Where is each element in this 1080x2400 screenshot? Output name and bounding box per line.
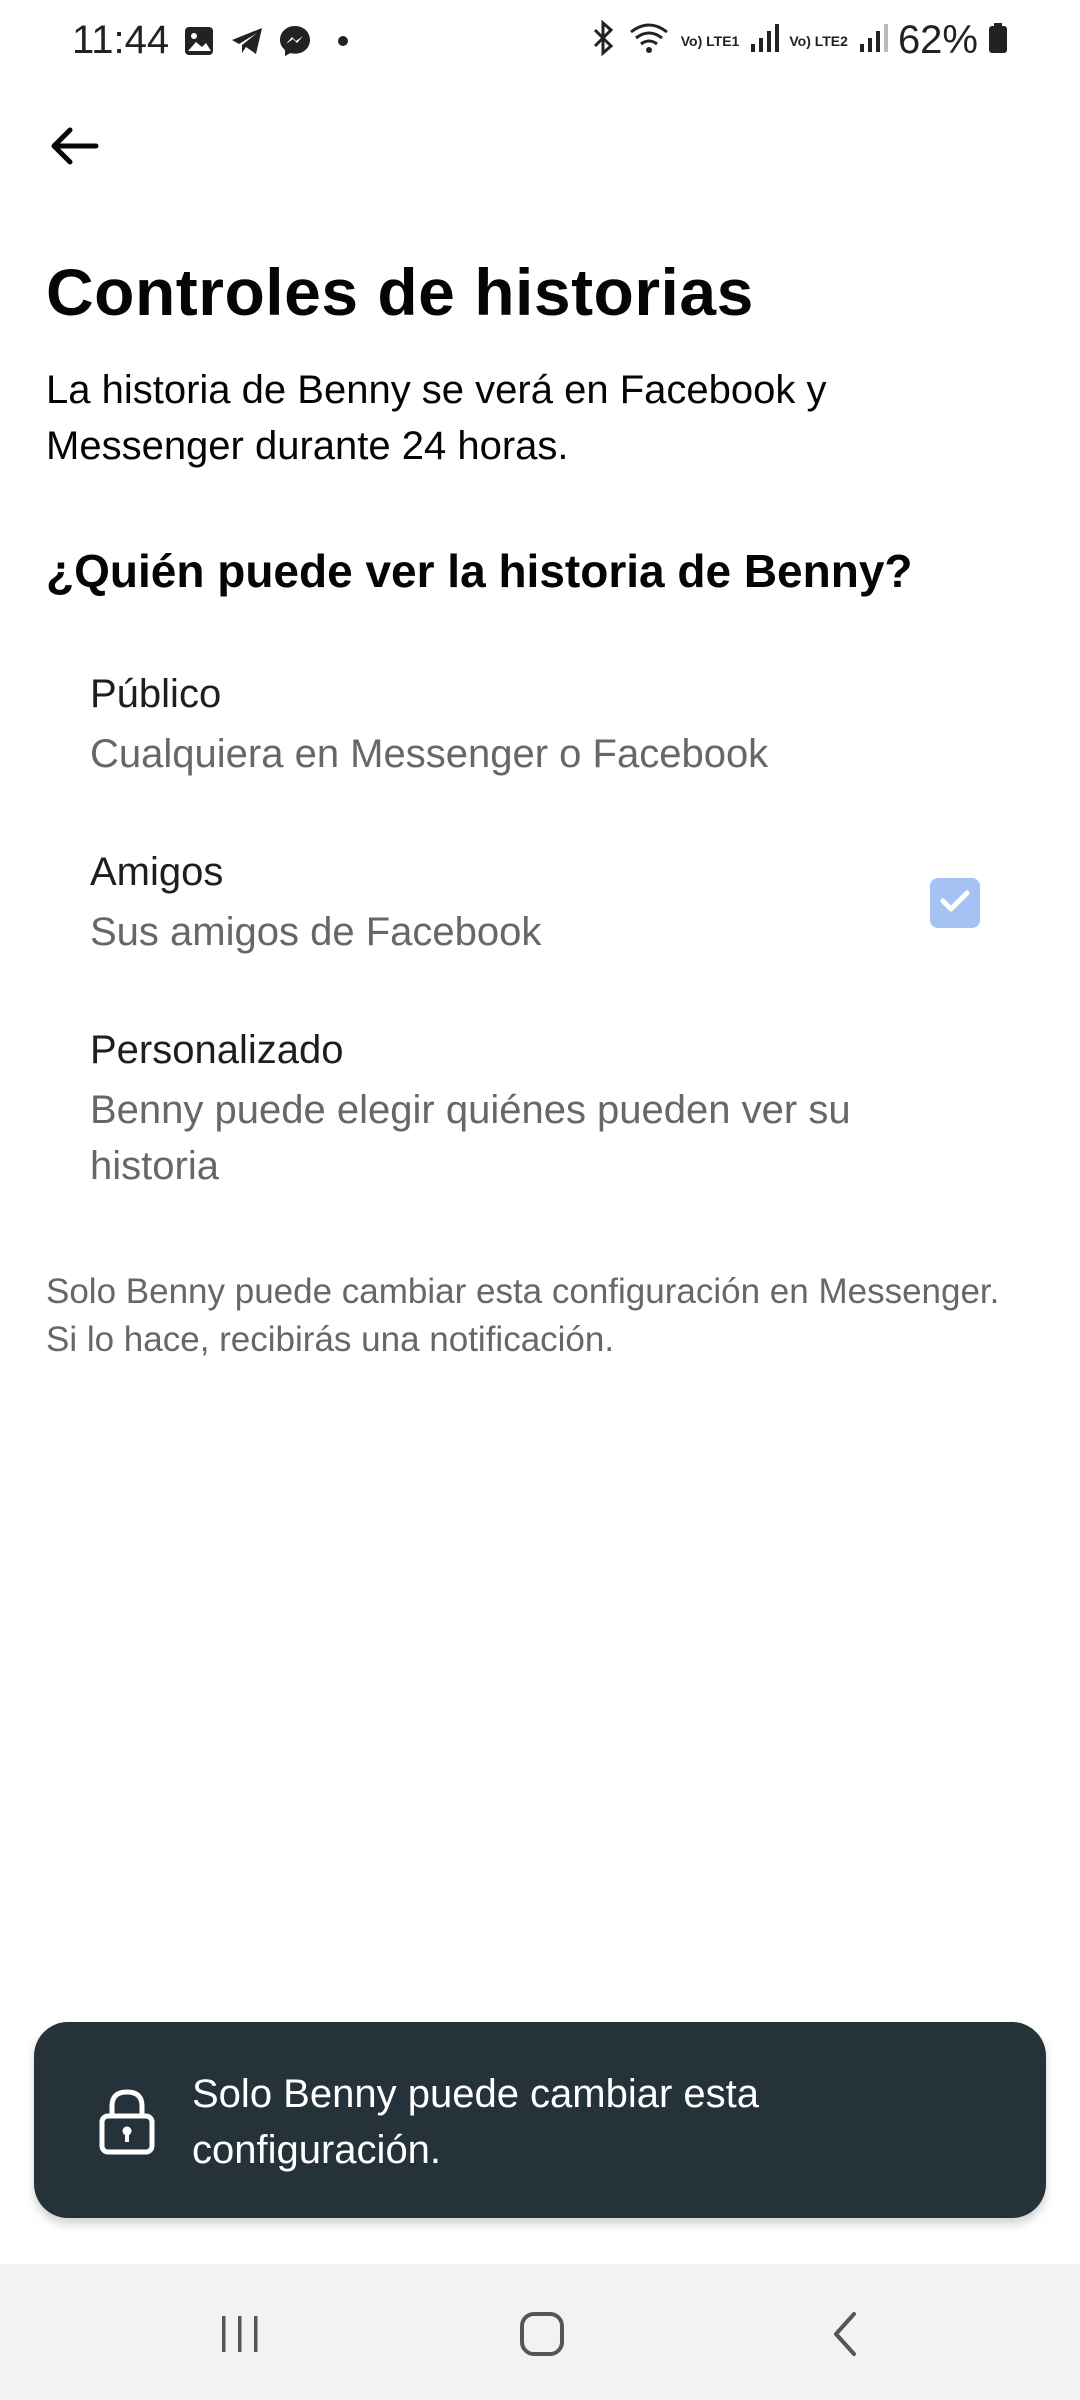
nav-back-button[interactable]: [816, 2306, 876, 2366]
option-title: Personalizado: [90, 1028, 344, 1072]
messenger-icon: [278, 24, 312, 58]
telegram-icon: [230, 24, 264, 58]
audience-heading: ¿Quién puede ver la historia de Benny?: [46, 545, 913, 597]
option-title: Amigos: [90, 850, 224, 894]
back-arrow-icon: [48, 126, 100, 171]
status-bar: 11:44 Vo) LTE1 Vo) LTE2 62%: [0, 0, 1080, 90]
home-icon: [518, 2310, 566, 2363]
option-subtitle: Sus amigos de Facebook: [90, 910, 542, 954]
lock-icon: [96, 2086, 158, 2156]
option-title: Público: [90, 672, 222, 716]
notification-icons: [182, 24, 360, 58]
signal-icon-2: [858, 22, 888, 59]
recent-apps-button[interactable]: [210, 2306, 270, 2366]
sim2-label: Vo) LTE2: [789, 32, 848, 49]
toast-message: Solo Benny puede cambiar esta configurac…: [192, 2072, 760, 2172]
page-description: La historia de Benny se verá en Facebook…: [46, 368, 827, 468]
back-icon: [828, 2310, 864, 2363]
battery-percent: 62%: [897, 18, 978, 62]
selected-checkbox[interactable]: [930, 878, 980, 928]
battery-icon: [988, 22, 1008, 59]
audience-option-custom[interactable]: Personalizado Benny puede elegir quiénes…: [0, 1016, 1080, 1226]
dot-icon: [326, 24, 360, 58]
system-status: Vo) LTE1 Vo) LTE2 62%: [589, 18, 1008, 63]
audience-option-friends[interactable]: Amigos Sus amigos de Facebook: [0, 838, 1080, 988]
home-button[interactable]: [512, 2306, 572, 2366]
audience-option-public[interactable]: Público Cualquiera en Messenger o Facebo…: [0, 660, 1080, 810]
checkmark-icon: [939, 888, 971, 919]
story-controls-screen: 11:44 Vo) LTE1 Vo) LTE2 62% Controles de…: [0, 0, 1080, 2400]
info-toast: Solo Benny puede cambiar esta configurac…: [34, 2022, 1046, 2218]
system-nav-bar: [0, 2264, 1080, 2400]
signal-icon: [749, 22, 780, 59]
recent-apps-icon: [218, 2312, 262, 2361]
bluetooth-icon: [589, 19, 617, 61]
status-time: 11:44: [72, 18, 170, 62]
sim1-label: Vo) LTE1: [680, 32, 740, 49]
option-subtitle: Benny puede elegir quiénes pueden ver su…: [90, 1088, 851, 1188]
settings-footnote: Solo Benny puede cambiar esta configurac…: [46, 1272, 1000, 1359]
wifi-icon: [627, 20, 671, 61]
option-subtitle: Cualquiera en Messenger o Facebook: [90, 732, 769, 776]
page-title: Controles de historias: [46, 255, 754, 329]
back-button[interactable]: [44, 118, 104, 178]
gallery-icon: [182, 24, 216, 58]
